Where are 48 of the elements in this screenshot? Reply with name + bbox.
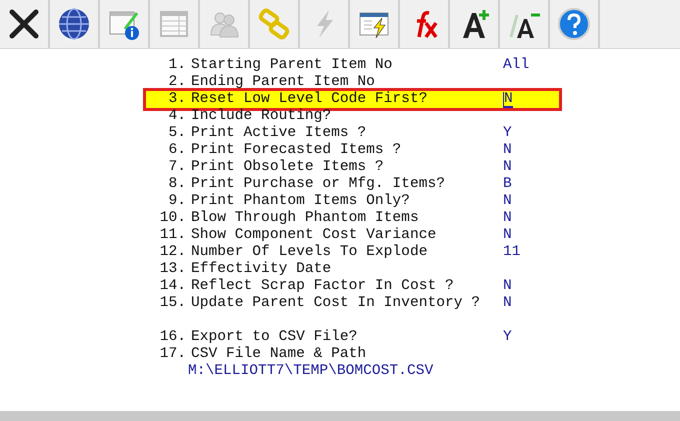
- item-number: 2.: [167, 74, 186, 91]
- field-label: Ending Parent Item No: [191, 74, 376, 91]
- field-value: M:\ELLIOTT7\TEMP\BOMCOST.CSV: [188, 363, 434, 379]
- item-number: 12.: [158, 244, 186, 261]
- field-label: Effectivity Date: [191, 261, 332, 278]
- item-number: 11.: [158, 227, 186, 244]
- field-value: B: [503, 176, 512, 193]
- field-label: Print Forecasted Items ?: [191, 142, 402, 159]
- field-value: N: [503, 142, 512, 159]
- item-number: 4.: [167, 108, 186, 125]
- item-number: 16.: [158, 329, 186, 346]
- field-label: Print Active Items ?: [191, 125, 368, 142]
- item-number: 5.: [167, 125, 186, 142]
- field-label: Print Purchase or Mfg. Items?: [191, 176, 446, 193]
- field-label: CSV File Name & Path: [191, 346, 368, 363]
- field-label: Export to CSV File?: [191, 329, 358, 346]
- field-value: N: [503, 159, 512, 176]
- item-number: 8.: [167, 176, 186, 193]
- field-label: Number Of Levels To Explode: [191, 244, 428, 261]
- field-value: N: [503, 193, 512, 210]
- field-label: Reflect Scrap Factor In Cost ?: [191, 278, 455, 295]
- item-number: 15.: [158, 295, 186, 312]
- item-number: 3.: [167, 91, 186, 108]
- item-number: 9.: [167, 193, 186, 210]
- field-value: N: [503, 278, 512, 295]
- item-number: 6.: [167, 142, 186, 159]
- field-value: 11: [503, 244, 521, 261]
- item-number: 13.: [158, 261, 186, 278]
- field-value: Y: [503, 125, 512, 142]
- item-number: 17.: [158, 346, 186, 363]
- field-label: Print Phantom Items Only?: [191, 193, 411, 210]
- field-value: Y: [503, 329, 512, 346]
- field-value[interactable]: N: [503, 92, 513, 108]
- field-label: Starting Parent Item No: [191, 57, 394, 74]
- field-label: Show Component Cost Variance: [191, 227, 438, 244]
- item-number: 1.: [167, 57, 186, 74]
- field-label: Print Obsolete Items ?: [191, 159, 385, 176]
- field-label: Blow Through Phantom Items: [191, 210, 420, 227]
- field-label: Include Routing?: [191, 108, 332, 125]
- field-label: Update Parent Cost In Inventory ?: [191, 295, 482, 312]
- field-value: N: [503, 227, 512, 244]
- item-number: 7.: [167, 159, 186, 176]
- field-value: All: [503, 57, 530, 74]
- field-value: N: [503, 295, 512, 312]
- item-number: 14.: [158, 278, 186, 295]
- field-value: N: [503, 210, 512, 227]
- item-number: 10.: [158, 210, 186, 227]
- field-label: Reset Low Level Code First?: [191, 91, 428, 108]
